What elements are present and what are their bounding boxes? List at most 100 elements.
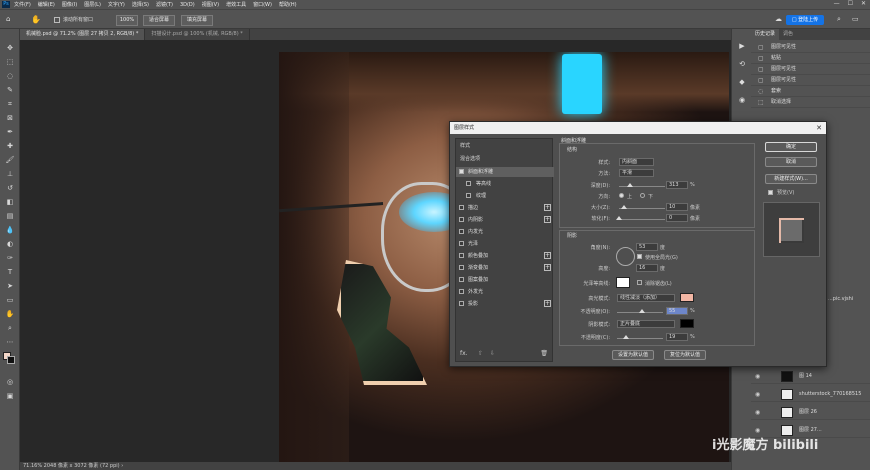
tab-adjust[interactable]: 调色: [779, 29, 797, 40]
checkbox[interactable]: [459, 217, 464, 222]
tab-document-2[interactable]: 扫描设计.psd @ 100% (机械, RGB/8) *: [145, 29, 250, 40]
background-color-swatch[interactable]: [7, 356, 15, 364]
style-satin[interactable]: 光泽: [456, 239, 554, 249]
path-select-tool-icon[interactable]: ➤: [4, 281, 16, 291]
history-brush-tool-icon[interactable]: ↺: [4, 183, 16, 193]
eyedropper-tool-icon[interactable]: ✒: [4, 127, 16, 137]
blur-tool-icon[interactable]: 💧: [4, 225, 16, 235]
history-item[interactable]: ▢ 图层可见性: [751, 42, 870, 53]
style-inner-shadow[interactable]: 内阴影 +: [456, 215, 554, 225]
shadow-mode-select[interactable]: 正片叠底: [617, 320, 675, 328]
move-up-icon[interactable]: ⇧: [478, 350, 483, 357]
menu-help[interactable]: 帮助(H): [279, 1, 297, 8]
share-button[interactable]: □ 登陆上传: [786, 15, 824, 25]
more-tools-icon[interactable]: ⋯: [4, 337, 16, 347]
close-icon[interactable]: ✕: [816, 122, 822, 134]
scroll-all-checkbox[interactable]: [54, 17, 60, 23]
quick-mask-icon[interactable]: ◎: [4, 377, 16, 387]
eraser-tool-icon[interactable]: ◧: [4, 197, 16, 207]
checkbox[interactable]: [459, 205, 464, 210]
global-light-checkbox[interactable]: [637, 254, 642, 259]
highlight-opacity-slider[interactable]: [617, 309, 663, 313]
fx-icon[interactable]: fx.: [460, 350, 468, 357]
history-item[interactable]: ▢ 图层可见性: [751, 75, 870, 86]
checkbox[interactable]: [459, 289, 464, 294]
method-select[interactable]: 平滑: [619, 169, 654, 177]
menu-layer[interactable]: 图层(L): [84, 1, 101, 8]
layer-row[interactable]: ◉ shutterstock_770168515: [751, 387, 870, 402]
workspace-icon[interactable]: ▭: [852, 15, 861, 24]
add-icon[interactable]: +: [544, 252, 551, 259]
angle-input[interactable]: 53: [636, 243, 658, 251]
zoom-tool-icon[interactable]: ⌕: [4, 323, 16, 333]
stamp-tool-icon[interactable]: ⊥: [4, 169, 16, 179]
menu-select[interactable]: 选择(S): [132, 1, 149, 8]
style-texture[interactable]: 纹理: [456, 191, 554, 201]
gradient-tool-icon[interactable]: ▤: [4, 211, 16, 221]
menu-view[interactable]: 视图(V): [202, 1, 219, 8]
close-window-button[interactable]: ✕: [861, 0, 866, 7]
minimize-button[interactable]: —: [834, 0, 840, 7]
highlight-opacity-input[interactable]: 55: [666, 307, 688, 315]
highlight-mode-select[interactable]: 线性减淡（添加）: [617, 294, 675, 302]
zoom-100-button[interactable]: 100%: [116, 15, 138, 26]
menu-filter[interactable]: 滤镜(T): [156, 1, 173, 8]
shadow-opacity-input[interactable]: 19: [666, 333, 688, 341]
altitude-input[interactable]: 16: [636, 264, 658, 272]
slider-knob[interactable]: [639, 309, 645, 313]
depth-input[interactable]: 313: [666, 181, 688, 189]
maximize-button[interactable]: ☐: [848, 0, 853, 7]
menu-image[interactable]: 图像(I): [62, 1, 77, 8]
shadow-color-swatch[interactable]: [680, 319, 694, 328]
search-icon[interactable]: ⌕: [837, 15, 846, 24]
quick-select-tool-icon[interactable]: ✎: [4, 85, 16, 95]
set-default-button[interactable]: 设置为默认值: [612, 350, 654, 360]
checkbox[interactable]: [466, 193, 471, 198]
history-item[interactable]: ◌ 套索: [751, 86, 870, 97]
checkbox[interactable]: [459, 229, 464, 234]
cancel-button[interactable]: 取消: [765, 157, 817, 167]
eye-icon[interactable]: ◉: [755, 405, 760, 420]
menu-window[interactable]: 窗口(W): [253, 1, 272, 8]
layer-row[interactable]: ◉ 图 14: [751, 369, 870, 384]
bevel-style-select[interactable]: 内斜面: [619, 158, 654, 166]
styles-header[interactable]: 样式: [456, 141, 554, 151]
style-pattern-overlay[interactable]: 图案叠加: [456, 275, 554, 285]
checkbox[interactable]: [459, 301, 464, 306]
checkbox[interactable]: [459, 241, 464, 246]
checkbox[interactable]: [459, 169, 464, 174]
screen-mode-icon[interactable]: ▣: [4, 391, 16, 401]
slider-knob[interactable]: [616, 216, 622, 220]
tab-document-1[interactable]: 机械脸.psd @ 71.2% (图层 27 拷贝 2, RGB/8) *: [20, 29, 146, 40]
move-tool-icon[interactable]: ✥: [4, 43, 16, 53]
trash-icon[interactable]: 🗑: [540, 350, 548, 357]
marquee-tool-icon[interactable]: ⬚: [4, 57, 16, 67]
depth-slider[interactable]: [619, 183, 665, 187]
menu-3d[interactable]: 3D(D): [180, 2, 195, 8]
checkbox[interactable]: [459, 265, 464, 270]
checkbox[interactable]: [466, 181, 471, 186]
style-contour[interactable]: 等高线: [456, 179, 554, 189]
play-icon[interactable]: ▶: [737, 41, 747, 51]
anti-alias-checkbox[interactable]: [637, 280, 642, 285]
lasso-tool-icon[interactable]: ◌: [4, 71, 16, 81]
add-icon[interactable]: +: [544, 300, 551, 307]
cube-icon[interactable]: ◆: [737, 77, 747, 87]
hand-tool-icon-side[interactable]: ✋: [4, 309, 16, 319]
style-stroke[interactable]: 描边 +: [456, 203, 554, 213]
pen-tool-icon[interactable]: ✑: [4, 253, 16, 263]
tab-history[interactable]: 历史记录: [751, 29, 780, 40]
eye-icon[interactable]: ◉: [755, 369, 760, 384]
type-tool-icon[interactable]: T: [4, 267, 16, 277]
style-inner-glow[interactable]: 内发光: [456, 227, 554, 237]
ok-button[interactable]: 确定: [765, 142, 817, 152]
slider-knob[interactable]: [627, 183, 633, 187]
fit-screen-button[interactable]: 适合屏幕: [143, 15, 175, 26]
hand-tool-icon[interactable]: ✋: [31, 15, 41, 24]
size-input[interactable]: 10: [666, 203, 688, 211]
reset-default-button[interactable]: 复位为默认值: [664, 350, 706, 360]
style-color-overlay[interactable]: 颜色叠加 +: [456, 251, 554, 261]
brush-tool-icon[interactable]: 🖌: [4, 155, 16, 165]
add-icon[interactable]: +: [544, 204, 551, 211]
checkbox[interactable]: [459, 277, 464, 282]
